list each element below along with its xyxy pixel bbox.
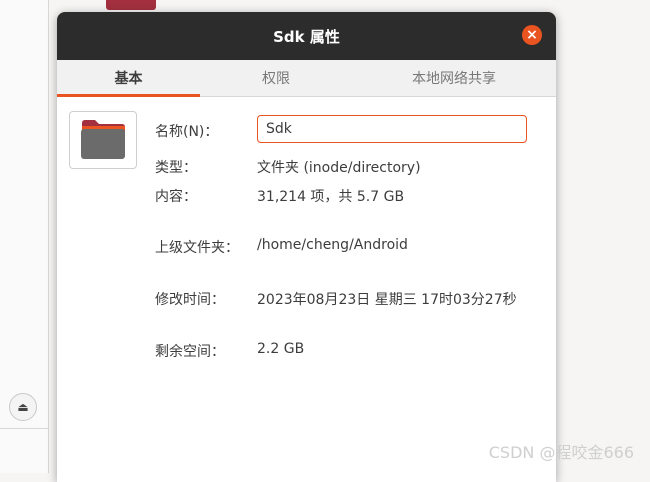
watermark: CSDN @程咬金666 bbox=[488, 443, 634, 462]
dialog-title: Sdk 属性 bbox=[273, 27, 340, 46]
tab-basic[interactable]: 基本 bbox=[57, 60, 200, 96]
type-label: 类型： bbox=[155, 160, 197, 176]
background-divider bbox=[0, 428, 48, 429]
eject-icon[interactable]: ⏏ bbox=[9, 393, 37, 421]
tab-permissions[interactable]: 权限 bbox=[200, 60, 352, 96]
folder-icon-button[interactable] bbox=[69, 111, 137, 169]
properties-dialog: Sdk 属性 × 基本 权限 本地网络共享 名称(N)： 类型： 文件夹 (in… bbox=[57, 12, 556, 482]
type-value: 文件夹 (inode/directory) bbox=[257, 160, 421, 176]
name-label: 名称(N)： bbox=[155, 124, 219, 140]
free-space-value: 2.2 GB bbox=[257, 341, 305, 357]
parent-folder-label: 上级文件夹： bbox=[155, 240, 239, 256]
close-icon: × bbox=[526, 27, 538, 43]
contents-value: 31,214 项，共 5.7 GB bbox=[257, 189, 405, 205]
contents-label: 内容： bbox=[155, 189, 197, 205]
name-input[interactable] bbox=[257, 115, 527, 143]
modified-label: 修改时间： bbox=[155, 292, 225, 308]
close-button[interactable]: × bbox=[522, 25, 542, 45]
free-space-label: 剩余空间： bbox=[155, 344, 225, 360]
modified-value: 2023年08月23日 星期三 17时03分27秒 bbox=[257, 292, 517, 308]
tab-bar: 基本 权限 本地网络共享 bbox=[57, 60, 556, 97]
basic-panel: 名称(N)： 类型： 文件夹 (inode/directory) 内容： 31,… bbox=[57, 97, 556, 482]
tab-local-network-share[interactable]: 本地网络共享 bbox=[352, 60, 556, 96]
dialog-titlebar: Sdk 属性 × bbox=[57, 12, 556, 60]
background-folder-icon bbox=[106, 0, 156, 10]
parent-folder-value: /home/cheng/Android bbox=[257, 237, 408, 253]
folder-icon bbox=[81, 120, 125, 159]
